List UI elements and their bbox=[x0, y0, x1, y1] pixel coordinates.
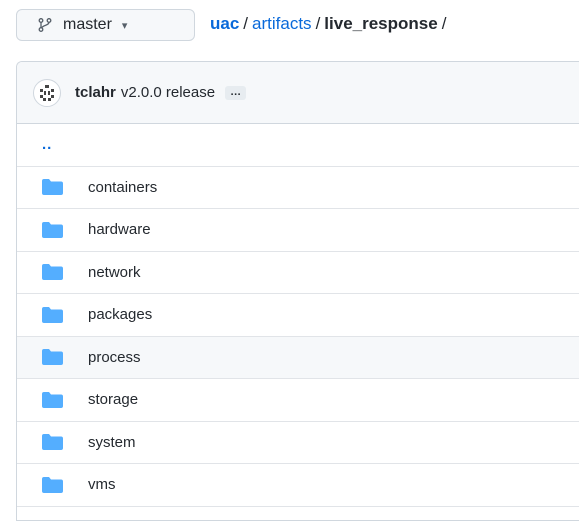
folder-name-link[interactable]: containers bbox=[88, 179, 157, 196]
parent-directory-row[interactable]: .. bbox=[17, 124, 579, 167]
breadcrumb-separator: / bbox=[243, 14, 249, 33]
breadcrumb-separator: / bbox=[315, 14, 321, 33]
folder-name-link[interactable]: network bbox=[88, 264, 141, 281]
folder-name-link[interactable]: vms bbox=[88, 476, 116, 493]
folder-name-link[interactable]: storage bbox=[88, 391, 138, 408]
folder-name-link[interactable]: packages bbox=[88, 306, 152, 323]
folder-icon bbox=[42, 306, 63, 323]
file-browser: tclahr v2.0.0 release … .. containers har… bbox=[16, 61, 579, 521]
folder-icon bbox=[42, 264, 63, 281]
latest-commit-bar: tclahr v2.0.0 release … bbox=[17, 62, 579, 124]
commit-author[interactable]: tclahr bbox=[75, 84, 116, 101]
breadcrumb-repo-link[interactable]: uac bbox=[210, 14, 239, 33]
folder-name-link[interactable]: process bbox=[88, 349, 141, 366]
avatar-icon[interactable] bbox=[33, 78, 61, 107]
list-item[interactable]: containers bbox=[17, 167, 579, 209]
breadcrumb: uac / artifacts / live_response / bbox=[210, 14, 450, 34]
commit-message[interactable]: v2.0.0 release bbox=[121, 84, 215, 101]
git-branch-icon bbox=[38, 18, 52, 32]
list-item[interactable]: system bbox=[17, 422, 579, 464]
chevron-down-icon: ▾ bbox=[121, 19, 128, 32]
branch-select-button[interactable]: master ▾ bbox=[16, 9, 195, 41]
folder-name-link[interactable]: system bbox=[88, 434, 136, 451]
folder-icon bbox=[42, 221, 63, 238]
folder-icon bbox=[42, 434, 63, 451]
breadcrumb-artifacts-link[interactable]: artifacts bbox=[252, 14, 312, 33]
list-item[interactable]: network bbox=[17, 252, 579, 294]
commit-expand-button[interactable]: … bbox=[225, 85, 247, 100]
folder-icon bbox=[42, 476, 63, 493]
avatar-pattern bbox=[40, 84, 54, 101]
list-item[interactable]: storage bbox=[17, 379, 579, 422]
folder-icon bbox=[42, 349, 63, 366]
breadcrumb-trailing-separator: / bbox=[441, 14, 447, 33]
folder-name-link[interactable]: hardware bbox=[88, 221, 151, 238]
list-item[interactable]: vms bbox=[17, 464, 579, 507]
folder-icon bbox=[42, 391, 63, 408]
parent-directory-link[interactable]: .. bbox=[42, 136, 52, 153]
list-item[interactable]: hardware bbox=[17, 209, 579, 252]
breadcrumb-current: live_response bbox=[324, 14, 438, 33]
branch-name: master bbox=[63, 16, 112, 33]
folder-icon bbox=[42, 179, 63, 196]
list-item[interactable]: packages bbox=[17, 294, 579, 337]
list-item[interactable]: process bbox=[17, 336, 579, 379]
